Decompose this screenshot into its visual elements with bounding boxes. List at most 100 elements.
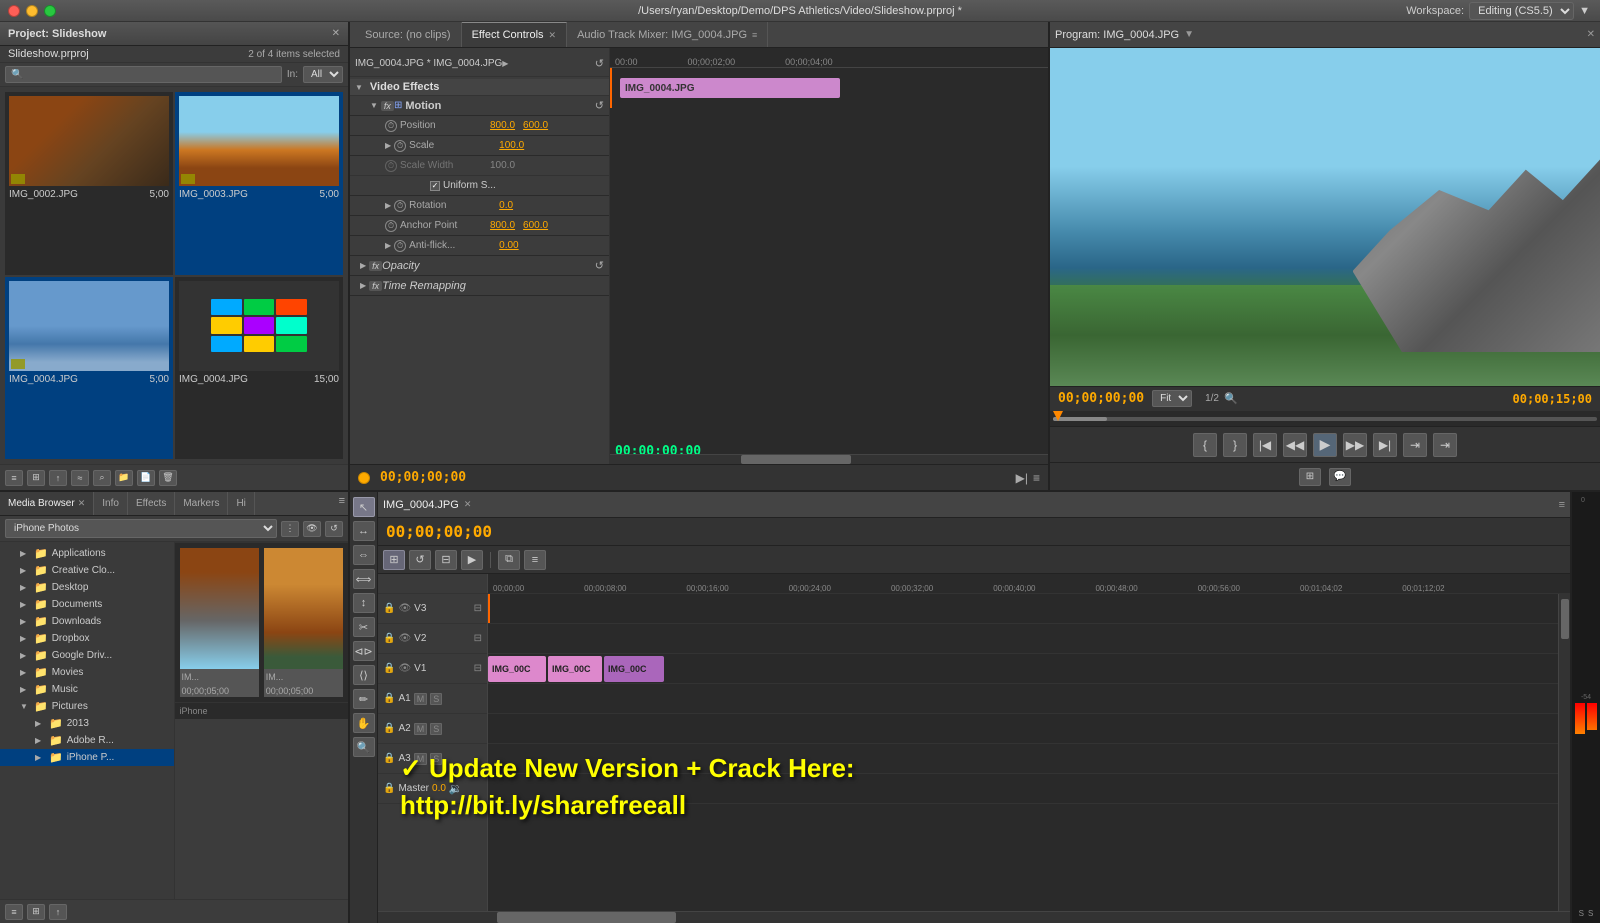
rate-stretch-tool[interactable]: ↕ (353, 593, 375, 613)
audio-mixer-tab[interactable]: Audio Track Mixer: IMG_0004.JPG ≡ (567, 22, 768, 47)
effect-hscroll[interactable] (610, 454, 1048, 464)
preview-thumb-1[interactable]: IM... 00;00;05;00 (180, 548, 259, 697)
track-collapse-v1[interactable]: ⊟ (474, 663, 482, 674)
media-up-btn[interactable]: ↑ (49, 904, 67, 920)
sort-btn[interactable]: ↑ (49, 470, 67, 486)
list-view-btn[interactable]: ≡ (5, 470, 23, 486)
media-browser-tab-close[interactable]: ✕ (78, 498, 86, 509)
lock-v1[interactable]: 🔒 (383, 663, 395, 674)
tl-settings-btn[interactable]: ≡ (524, 550, 546, 570)
rotation-value[interactable]: 0.0 (499, 200, 513, 211)
anti-flicker-stopwatch-icon[interactable]: ⏱ (394, 240, 406, 252)
project-item-3[interactable]: IMG_0004.JPG 5;00 (5, 277, 173, 460)
tree-item-movies[interactable]: ▶ 📁 Movies (0, 664, 174, 681)
mute-a1[interactable]: M (414, 693, 428, 705)
opacity-expand-btn[interactable]: ▶ (360, 261, 366, 270)
lock-v2[interactable]: 🔒 (383, 633, 395, 644)
markers-tab[interactable]: Markers (175, 492, 228, 515)
lock-a3[interactable]: 🔒 (383, 753, 395, 764)
position-stopwatch-icon[interactable]: ⏱ (385, 120, 397, 132)
motion-expand-btn[interactable]: ▼ (370, 101, 378, 110)
monitor-progress-bar[interactable] (1050, 410, 1600, 426)
tree-item-2013[interactable]: ▶ 📁 2013 (0, 715, 174, 732)
overwrite-btn[interactable]: ⇥ (1433, 433, 1457, 457)
tl-link-btn[interactable]: ⧉ (498, 550, 520, 570)
clip-v1-3[interactable]: IMG_00C (604, 656, 664, 682)
media-refresh-btn[interactable]: ↺ (325, 521, 343, 537)
icon-view-btn[interactable]: ⊞ (27, 470, 45, 486)
tl-ripple-btn[interactable]: ↺ (409, 550, 431, 570)
lock-v3[interactable]: 🔒 (383, 603, 395, 614)
opacity-row[interactable]: ▶ fx Opacity ↺ (350, 256, 609, 276)
effect-clip-bar[interactable]: IMG_0004.JPG (620, 78, 840, 98)
go-end-btn[interactable]: ▶| (1373, 433, 1397, 457)
new-item-btn[interactable]: 📄 (137, 470, 155, 486)
rolling-tool[interactable]: ⟺ (353, 569, 375, 589)
pen-tool[interactable]: ✏ (353, 689, 375, 709)
scale-stopwatch-icon[interactable]: ⏱ (394, 140, 406, 152)
insert-btn[interactable]: ⇥ (1403, 433, 1427, 457)
media-list-btn[interactable]: ≡ (5, 904, 23, 920)
workspace-expand-icon[interactable]: ▼ (1579, 5, 1590, 17)
clip-v1-1[interactable]: IMG_00C (488, 656, 546, 682)
anchor-y-value[interactable]: 600.0 (523, 220, 548, 231)
video-effects-header[interactable]: ▼ Video Effects (350, 79, 609, 96)
mute-a2[interactable]: M (414, 723, 428, 735)
effect-controls-tab-close[interactable]: ✕ (549, 30, 557, 41)
solo-a3[interactable]: S (430, 753, 442, 765)
track-select-tool[interactable]: ↔ (353, 521, 375, 541)
clip-expand-btn[interactable]: ▶ (502, 59, 508, 68)
find-btn[interactable]: ⌕ (93, 470, 111, 486)
timeline-timecode[interactable]: 00;00;00;00 (386, 522, 492, 541)
vscroll-thumb[interactable] (1561, 599, 1569, 639)
monitor-zoom-icon[interactable]: 🔍 (1224, 392, 1238, 405)
tree-item-pictures[interactable]: ▼ 📁 Pictures (0, 698, 174, 715)
hscroll-thumb[interactable] (497, 912, 676, 923)
zoom-tool[interactable]: 🔍 (353, 737, 375, 757)
slip-tool[interactable]: ⊲⊳ (353, 641, 375, 661)
hand-tool[interactable]: ✋ (353, 713, 375, 733)
timeline-settings-btn[interactable]: ≡ (1559, 499, 1565, 511)
workspace-dropdown[interactable]: Editing (CS5.5) (1469, 2, 1574, 20)
minimize-button[interactable] (26, 5, 38, 17)
effect-add-marker-btn[interactable]: ▶| (1016, 471, 1028, 485)
eye-v1[interactable]: 👁 (398, 663, 411, 674)
lock-a1[interactable]: 🔒 (383, 693, 395, 704)
effect-controls-tab[interactable]: Effect Controls ✕ (462, 22, 568, 47)
monitor-close-btn[interactable]: ✕ (1587, 29, 1595, 40)
selection-tool[interactable]: ↖ (353, 497, 375, 517)
audio-mixer-tab-close[interactable]: ≡ (752, 30, 757, 40)
tree-item-desktop[interactable]: ▶ 📁 Desktop (0, 579, 174, 596)
time-remap-expand-btn[interactable]: ▶ (360, 281, 366, 290)
info-tab[interactable]: Info (94, 492, 128, 515)
media-filter-btn[interactable]: ⋮ (281, 521, 299, 537)
tl-snap-btn[interactable]: ⊞ (383, 550, 405, 570)
media-location-dropdown[interactable]: iPhone Photos (5, 519, 277, 538)
effect-reset-btn[interactable]: ↺ (595, 57, 604, 70)
track-collapse-v3[interactable]: ⊟ (474, 603, 482, 614)
anchor-x-value[interactable]: 800.0 (490, 220, 515, 231)
monitor-settings-icon[interactable]: ▼ (1184, 29, 1194, 40)
position-x-value[interactable]: 800.0 (490, 120, 515, 131)
hi-tab[interactable]: Hi (228, 492, 254, 515)
uniform-scale-checkbox[interactable]: ✓ (430, 181, 440, 191)
monitor-fit-dropdown[interactable]: Fit (1152, 390, 1192, 407)
master-vol-btn[interactable]: 🔉 (449, 782, 463, 795)
project-panel-close[interactable]: ✕ (332, 28, 340, 39)
rotation-expand-btn[interactable]: ▶ (385, 201, 391, 210)
clip-v1-2[interactable]: IMG_00C (548, 656, 602, 682)
in-select[interactable]: All (303, 66, 343, 83)
effect-settings-btn[interactable]: ≡ (1033, 471, 1040, 485)
tree-item-google-drive[interactable]: ▶ 📁 Google Driv... (0, 647, 174, 664)
anti-flicker-value[interactable]: 0.00 (499, 240, 518, 251)
timeline-tab-close[interactable]: ✕ (464, 499, 472, 510)
anchor-stopwatch-icon[interactable]: ⏱ (385, 220, 397, 232)
opacity-reset-btn[interactable]: ↺ (595, 259, 604, 272)
panel-menu-btn[interactable]: ≡ (336, 492, 348, 515)
tree-item-documents[interactable]: ▶ 📁 Documents (0, 596, 174, 613)
tl-marker-btn[interactable]: ▶ (461, 550, 483, 570)
tree-item-adobe[interactable]: ▶ 📁 Adobe R... (0, 732, 174, 749)
anti-flicker-expand-btn[interactable]: ▶ (385, 241, 391, 250)
tree-item-downloads[interactable]: ▶ 📁 Downloads (0, 613, 174, 630)
motion-effect-row[interactable]: ▼ fx ⊞ Motion ↺ (350, 96, 609, 116)
